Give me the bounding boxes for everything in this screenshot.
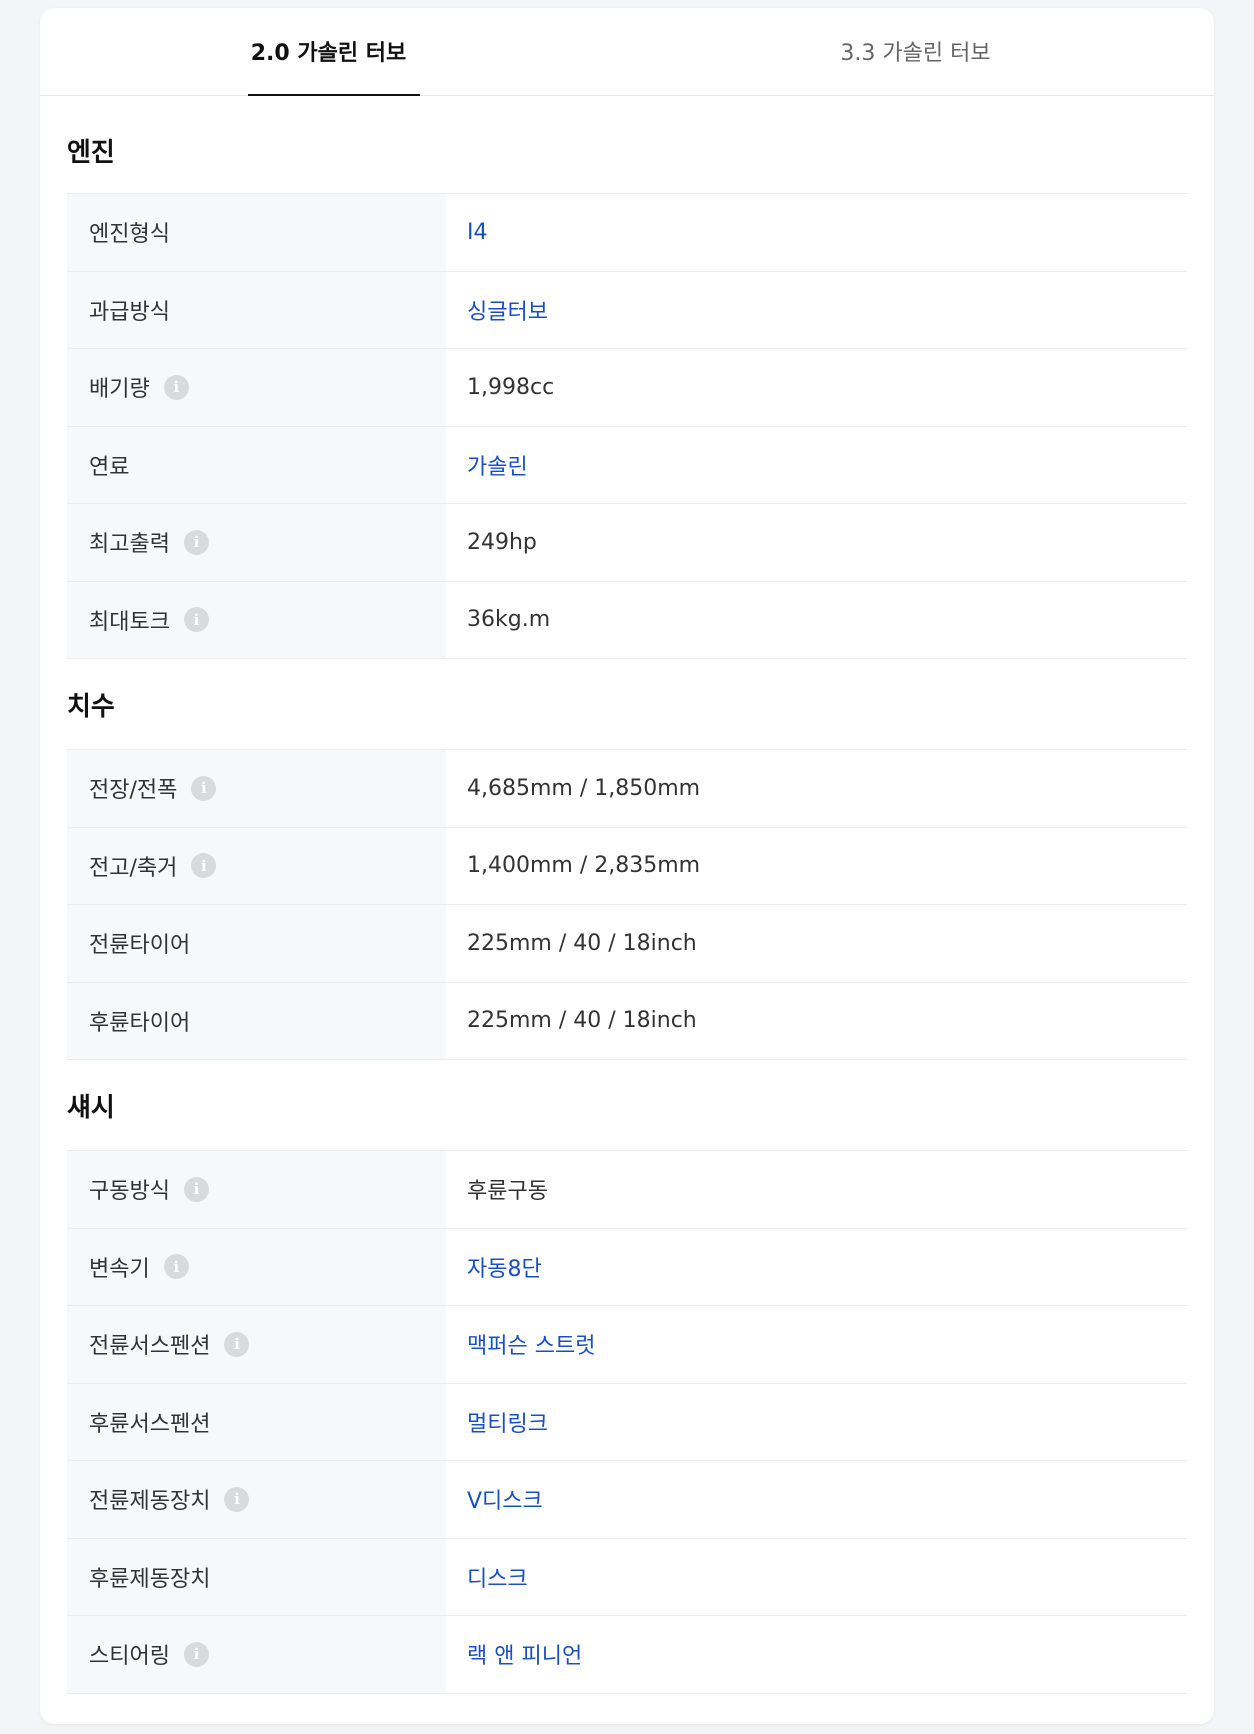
info-icon[interactable]: i (191, 775, 217, 801)
spec-row: 전륜타이어 225mm / 40 / 18inch (67, 905, 1187, 983)
spec-label-cell: 변속기 i (67, 1228, 446, 1305)
spec-value: 249hp (467, 529, 537, 555)
spec-label-cell: 전장/전폭 i (67, 750, 446, 827)
spec-label: 후륜서스펜션 (89, 1411, 211, 1437)
tab-label: 2.0 가솔린 터보 (250, 40, 407, 66)
spec-row: 전륜서스펜션 i 맥퍼슨 스트럿 (67, 1306, 1187, 1384)
spec-label-cell: 전륜제동장치 i (67, 1461, 446, 1538)
spec-label: 후륜제동장치 (89, 1566, 211, 1592)
spec-label-cell: 전륜타이어 (67, 905, 446, 982)
section-title-dimensions: 치수 (67, 659, 1187, 750)
spec-row: 후륜제동장치 디스크 (67, 1538, 1187, 1616)
spec-row: 최고출력 i 249hp (67, 504, 1187, 582)
spec-label-cell: 배기량 i (67, 349, 446, 426)
section-title-engine: 엔진 (67, 96, 1187, 194)
spec-row: 최대토크 i 36kg.m (67, 581, 1187, 659)
spec-label-cell: 최대토크 i (67, 581, 446, 658)
spec-label: 최대토크 (89, 609, 170, 635)
info-icon[interactable]: i (224, 1331, 250, 1357)
spec-label: 배기량 (89, 377, 150, 403)
spec-value-link[interactable]: 디스크 (446, 1539, 1187, 1616)
spec-label-cell: 최고출력 i (67, 504, 446, 581)
spec-value: 225mm / 40 / 18inch (467, 930, 697, 956)
spec-label-cell: 후륜제동장치 (67, 1538, 446, 1615)
spec-label: 후륜타이어 (89, 1010, 191, 1036)
trim-tabs: 2.0 가솔린 터보 3.3 가솔린 터보 (40, 8, 1214, 96)
section-title-chassis: 섀시 (67, 1060, 1187, 1151)
info-icon[interactable]: i (183, 1641, 209, 1667)
info-icon[interactable]: i (183, 529, 209, 555)
spec-value: 1,998cc (467, 374, 555, 400)
active-tab-indicator (247, 94, 420, 96)
spec-value-link[interactable]: 맥퍼슨 스트럿 (446, 1306, 1187, 1383)
spec-row: 연료 가솔린 (67, 426, 1187, 504)
spec-value-link[interactable]: I4 (446, 194, 1187, 271)
spec-card: 2.0 가솔린 터보 3.3 가솔린 터보 엔진 엔진형식 I4 과급방식 싱글터보 배기… (40, 8, 1214, 1724)
spec-label: 변속기 (89, 1256, 150, 1282)
spec-row: 전륜제동장치 i V디스크 (67, 1461, 1187, 1539)
spec-label-cell: 엔진형식 (67, 194, 446, 271)
spec-label: 스티어링 (89, 1644, 170, 1670)
spec-label: 전륜제동장치 (89, 1489, 211, 1515)
spec-label: 최고출력 (89, 532, 170, 558)
spec-row: 구동방식 i 후륜구동 (67, 1151, 1187, 1229)
spec-label-cell: 후륜서스펜션 (67, 1383, 446, 1460)
info-icon[interactable]: i (191, 853, 217, 879)
spec-row: 전장/전폭 i 4,685mm / 1,850mm (67, 750, 1187, 828)
spec-label: 전장/전폭 (89, 778, 178, 804)
spec-label: 연료 (89, 454, 130, 480)
page-background-strip (0, 0, 24, 1734)
spec-label-cell: 연료 (67, 426, 446, 503)
spec-row: 엔진형식 I4 (67, 194, 1187, 272)
spec-label: 전고/축거 (89, 855, 178, 881)
spec-label: 엔진형식 (89, 222, 170, 248)
spec-label: 구동방식 (89, 1179, 170, 1205)
spec-label-cell: 전고/축거 i (67, 827, 446, 904)
info-icon[interactable]: i (183, 607, 209, 633)
spec-label-cell: 전륜서스펜션 i (67, 1306, 446, 1383)
spec-row: 후륜타이어 225mm / 40 / 18inch (67, 982, 1187, 1060)
spec-value-link[interactable]: 싱글터보 (446, 272, 1187, 349)
spec-label: 과급방식 (89, 299, 170, 325)
spec-value: 36kg.m (467, 607, 551, 633)
info-icon[interactable]: i (224, 1486, 250, 1512)
spec-value-link[interactable]: 자동8단 (446, 1229, 1187, 1306)
info-icon[interactable]: i (163, 1254, 189, 1280)
spec-row: 과급방식 싱글터보 (67, 271, 1187, 349)
spec-row: 전고/축거 i 1,400mm / 2,835mm (67, 827, 1187, 905)
spec-value: 후륜구동 (467, 1179, 548, 1205)
tab-label: 3.3 가솔린 터보 (840, 40, 991, 66)
spec-label-cell: 과급방식 (67, 271, 446, 348)
spec-label: 전륜서스펜션 (89, 1334, 211, 1360)
spec-value: 4,685mm / 1,850mm (467, 775, 701, 801)
info-icon[interactable]: i (183, 1176, 209, 1202)
spec-value-link[interactable]: 멀티링크 (446, 1384, 1187, 1461)
tab-2-0-gasoline-turbo[interactable]: 2.0 가솔린 터보 (40, 8, 627, 96)
spec-label-cell: 후륜타이어 (67, 982, 446, 1059)
spec-value-link[interactable]: V디스크 (446, 1461, 1187, 1538)
spec-label: 전륜타이어 (89, 933, 191, 959)
info-icon[interactable]: i (163, 374, 189, 400)
tab-3-3-gasoline-turbo[interactable]: 3.3 가솔린 터보 (627, 8, 1214, 95)
spec-row: 후륜서스펜션 멀티링크 (67, 1383, 1187, 1461)
spec-row: 배기량 i 1,998cc (67, 349, 1187, 427)
spec-value-link[interactable]: 가솔린 (446, 427, 1187, 504)
spec-value-link[interactable]: 랙 앤 피니언 (446, 1616, 1187, 1693)
spec-label-cell: 스티어링 i (67, 1616, 446, 1693)
spec-row: 변속기 i 자동8단 (67, 1228, 1187, 1306)
spec-content: 엔진엔진형식 I4 과급방식 싱글터보배기량 i 1,998cc 연료 가솔린최고출력 i 249… (40, 96, 1214, 1694)
spec-row: 스티어링 i 랙 앤 피니언 (67, 1616, 1187, 1694)
spec-value: 1,400mm / 2,835mm (467, 853, 701, 879)
spec-value: 225mm / 40 / 18inch (467, 1008, 697, 1034)
spec-label-cell: 구동방식 i (67, 1151, 446, 1228)
